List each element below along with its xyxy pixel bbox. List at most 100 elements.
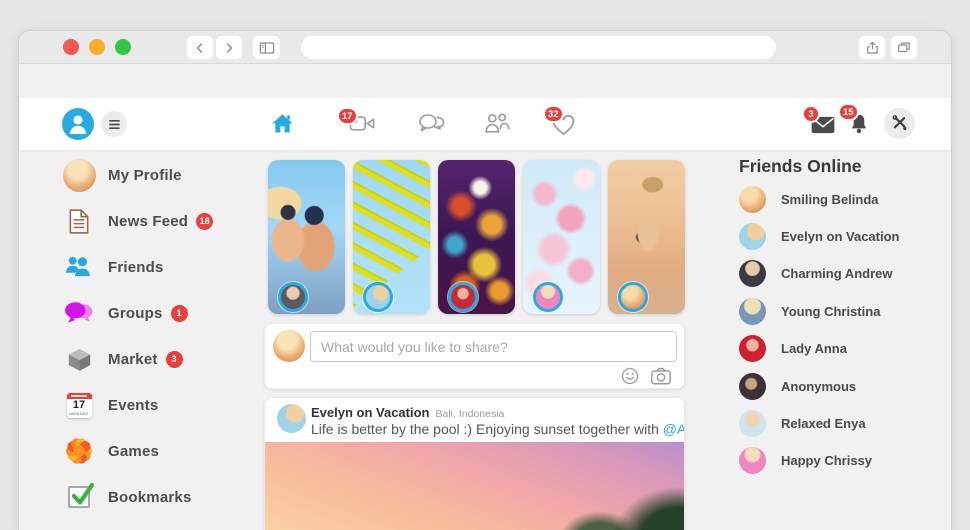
friend-item[interactable]: Lady Anna (739, 334, 949, 362)
story-card-beach-woman[interactable] (608, 160, 685, 314)
settings-button[interactable] (884, 108, 915, 139)
post-location: Bali, Indonesia (436, 408, 505, 420)
sidebar-item-events[interactable]: 17 MONDAY Events (61, 387, 261, 423)
calendar-weekday: MONDAY (67, 411, 92, 416)
sidebar-item-label: Market (108, 351, 158, 368)
profile-photo-icon (61, 157, 97, 193)
composer-avatar (273, 330, 305, 362)
notifications-badge: 15 (838, 103, 859, 121)
share-input[interactable] (310, 331, 677, 362)
post-author-avatar[interactable] (277, 404, 306, 433)
address-bar[interactable] (301, 36, 776, 59)
video-badge: 17 (337, 107, 358, 125)
photo-upload-button[interactable] (650, 366, 672, 386)
friend-name: Young Christina (781, 304, 880, 319)
calendar-day: 17 (67, 400, 92, 411)
friend-name: Happy Chrissy (781, 453, 872, 468)
market-badge: 3 (166, 351, 183, 368)
profile-menu-button[interactable] (62, 108, 94, 140)
tabs-button[interactable] (891, 36, 917, 59)
friend-name: Anonymous (781, 379, 856, 394)
camera-icon (650, 366, 672, 386)
events-calendar-icon: 17 MONDAY (61, 387, 97, 423)
people-icon (484, 112, 511, 136)
friend-avatar (739, 260, 766, 287)
emoji-button[interactable] (620, 366, 640, 386)
friend-item[interactable]: Happy Chrissy (739, 446, 949, 474)
sidebar-item-groups[interactable]: Groups 1 (61, 295, 261, 331)
market-icon (61, 341, 97, 377)
likes-badge: 32 (543, 105, 564, 123)
mail-badge: 3 (802, 105, 820, 123)
friend-name: Lady Anna (781, 341, 847, 356)
friend-item[interactable]: Anonymous (739, 372, 949, 400)
sidebar-item-label: Groups (108, 305, 163, 322)
friend-avatar (739, 186, 766, 213)
close-window-button[interactable] (63, 39, 79, 55)
sidebar-item-my-profile[interactable]: My Profile (61, 157, 261, 193)
story-author-avatar (618, 282, 648, 312)
sidebar-toggle-icon (259, 41, 275, 55)
story-card-cherry-blossom[interactable] (523, 160, 600, 314)
story-card-couple-selfie[interactable] (268, 160, 345, 314)
sidebar-item-bookmarks[interactable]: Bookmarks (61, 479, 261, 515)
story-author-avatar (363, 282, 393, 312)
post-card: Evelyn on VacationBali, Indonesia Life i… (264, 397, 685, 530)
story-author-avatar (278, 282, 308, 312)
friend-item[interactable]: Relaxed Enya (739, 409, 949, 437)
share-button[interactable] (859, 36, 885, 59)
home-icon (269, 110, 296, 137)
sidebar-item-market[interactable]: Market 3 (61, 341, 261, 377)
browser-toolbar (19, 31, 951, 64)
home-nav-button[interactable] (269, 110, 296, 137)
composer-card (264, 323, 685, 389)
menu-button[interactable] (101, 111, 127, 137)
games-flower-icon (61, 433, 97, 469)
sidebar-item-label: Bookmarks (108, 489, 192, 506)
user-avatar-icon (62, 108, 94, 140)
browser-window: 17 32 3 15 My Profile News Feed 18 (18, 30, 952, 530)
friends-online-title: Friends Online (739, 156, 862, 177)
sidebar-item-label: News Feed (108, 213, 188, 230)
hamburger-icon (108, 119, 121, 130)
friend-item[interactable]: Young Christina (739, 297, 949, 325)
sidebar-item-news-feed[interactable]: News Feed 18 (61, 203, 261, 239)
sidebar-toggle-button[interactable] (253, 36, 280, 59)
story-author-avatar (533, 282, 563, 312)
post-author-name[interactable]: Evelyn on Vacation (311, 405, 430, 420)
friends-icon (61, 249, 97, 285)
story-author-avatar (448, 282, 478, 312)
back-button[interactable] (187, 36, 213, 59)
friend-avatar (739, 223, 766, 250)
bookmarks-check-icon (61, 479, 97, 515)
chevron-left-icon (193, 41, 207, 55)
post-mention-link[interactable]: @Andrew (663, 421, 685, 437)
story-card-palm-leaf[interactable] (353, 160, 430, 314)
news-feed-badge: 18 (196, 213, 213, 230)
friend-name: Relaxed Enya (781, 416, 866, 431)
chat-bubbles-icon (417, 112, 445, 136)
smiley-icon (620, 366, 640, 386)
sidebar-item-label: Events (108, 397, 158, 414)
messages-nav-button[interactable] (417, 112, 445, 136)
zoom-window-button[interactable] (115, 39, 131, 55)
friend-name: Evelyn on Vacation (781, 229, 900, 244)
friend-item[interactable]: Charming Andrew (739, 259, 949, 287)
minimize-window-button[interactable] (89, 39, 105, 55)
forward-button[interactable] (216, 36, 242, 59)
friends-nav-button[interactable] (484, 112, 511, 136)
friend-item[interactable]: Smiling Belinda (739, 185, 949, 213)
tabs-overview-icon (896, 40, 912, 55)
sidebar-item-friends[interactable]: Friends (61, 249, 261, 285)
news-feed-icon (61, 203, 97, 239)
story-card-bokeh-lights[interactable] (438, 160, 515, 314)
friend-avatar (739, 410, 766, 437)
friend-avatar (739, 447, 766, 474)
desktop-background: 17 32 3 15 My Profile News Feed 18 (0, 0, 970, 530)
sidebar-item-label: My Profile (108, 167, 182, 184)
friend-item[interactable]: Evelyn on Vacation (739, 222, 949, 250)
sidebar-item-games[interactable]: Games (61, 433, 261, 469)
post-photo-sunset[interactable] (265, 442, 684, 530)
app-header: 17 32 3 15 (19, 98, 951, 150)
chevron-right-icon (222, 41, 236, 55)
